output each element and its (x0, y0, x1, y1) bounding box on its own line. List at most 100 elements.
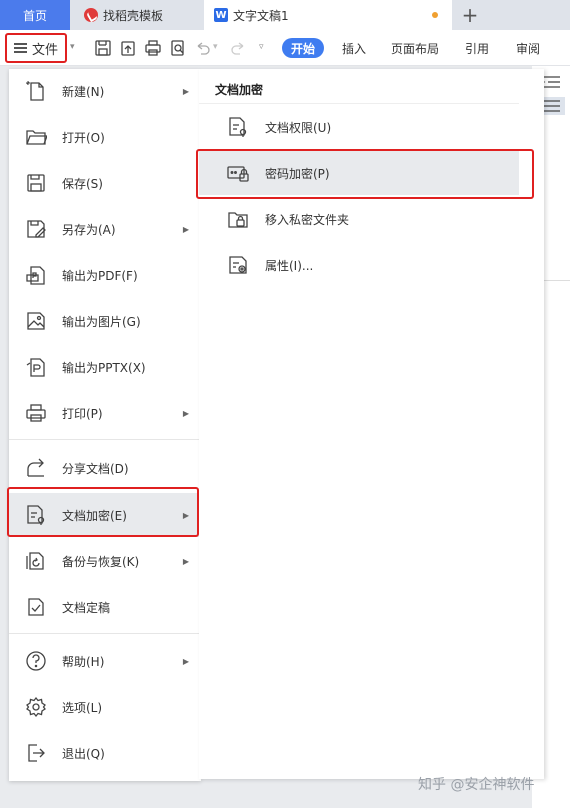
print-toolbar-icon[interactable] (144, 39, 162, 57)
submenu-item-properties-label: 属性(I)... (265, 258, 314, 273)
submenu-item-properties[interactable]: 属性(I)... (199, 243, 519, 287)
submenu-item-private-folder[interactable]: 移入私密文件夹 (199, 197, 519, 241)
tab-insert[interactable]: 插入 (342, 38, 366, 58)
undo-caret-icon[interactable]: ▾ (213, 42, 218, 52)
submenu-arrow-icon: ▶ (182, 408, 189, 418)
menu-item-open-label: 打开(O) (62, 130, 105, 145)
gear-icon (26, 696, 46, 718)
submenu-arrow-icon: ▶ (182, 86, 189, 96)
tab-page-layout[interactable]: 页面布局 (391, 38, 439, 58)
tab-bar: 首页 找稻壳模板 W 文字文稿1 + (0, 0, 570, 30)
menu-item-print[interactable]: 打印(P) ▶ (9, 391, 201, 435)
more-caret-icon[interactable]: ▿ (259, 42, 264, 52)
undo-icon[interactable] (194, 39, 212, 57)
finalize-icon (28, 598, 44, 616)
menu-item-export-image[interactable]: 输出为图片(G) (9, 299, 201, 343)
menu-item-print-label: 打印(P) (62, 406, 103, 421)
file-menu-label: 文件 (31, 42, 58, 58)
file-menu-button[interactable]: 文件 (5, 33, 67, 63)
properties-icon (229, 256, 247, 274)
submenu-item-permission[interactable]: 文档权限(U) (199, 105, 519, 149)
print-preview-icon[interactable] (169, 39, 187, 57)
menu-item-save-as[interactable]: 另存为(A) ▶ (9, 207, 201, 251)
menu-item-backup-label: 备份与恢复(K) (62, 554, 140, 569)
share-icon (27, 458, 44, 477)
submenu-arrow-icon: ▶ (182, 656, 189, 666)
watermark-text: 知乎 @安企神软件 (418, 777, 535, 793)
menu-item-share-label: 分享文档(D) (62, 461, 129, 476)
pdf-icon (26, 266, 45, 285)
add-icon: + (461, 3, 479, 27)
pptx-icon (26, 358, 45, 377)
word-doc-icon: W (214, 8, 228, 22)
submenu-arrow-icon: ▶ (182, 556, 189, 566)
tab-template[interactable]: 找稻壳模板 (72, 0, 200, 30)
tab-start[interactable]: 开始 (282, 38, 325, 58)
submenu-arrow-icon: ▶ (182, 224, 189, 234)
watermark: 知乎 @安企神软件 (418, 772, 568, 796)
redo-icon[interactable] (229, 39, 247, 57)
menu-item-new[interactable]: 新建(N) ▶ (9, 69, 201, 113)
save-icon (27, 174, 45, 192)
toolbar: 文件 ▾ ▾ ▿ 开始 插入 页面布局 引用 审阅 (0, 30, 570, 66)
tab-document[interactable]: W 文字文稿1 (204, 0, 452, 30)
highlight-password-item (196, 149, 534, 199)
tab-review[interactable]: 审阅 (516, 38, 540, 58)
tab-references-label: 引用 (465, 41, 490, 56)
submenu-item-permission-label: 文档权限(U) (265, 120, 332, 135)
help-icon (26, 651, 46, 671)
menu-item-export-pptx[interactable]: 输出为PPTX(X) (9, 345, 201, 389)
backup-icon (26, 552, 44, 570)
doc-permission-icon (229, 117, 247, 137)
hamburger-icon (13, 43, 27, 53)
tab-start-label: 开始 (291, 41, 316, 56)
menu-item-export-pptx-label: 输出为PPTX(X) (62, 360, 146, 375)
menu-item-backup[interactable]: 备份与恢复(K) ▶ (9, 539, 201, 583)
menu-item-export-image-label: 输出为图片(G) (62, 314, 141, 329)
new-doc-icon (26, 81, 44, 101)
menu-item-save[interactable]: 保存(S) (9, 161, 201, 205)
tab-document-label: 文字文稿1 (233, 8, 289, 23)
tab-template-label: 找稻壳模板 (103, 8, 164, 23)
menu-item-export-pdf-label: 输出为PDF(F) (62, 268, 138, 283)
save-as-icon (27, 220, 46, 238)
tab-references[interactable]: 引用 (465, 38, 489, 58)
tab-insert-label: 插入 (342, 41, 367, 56)
private-folder-icon (228, 212, 248, 228)
menu-item-export-pdf[interactable]: 输出为PDF(F) (9, 253, 201, 297)
new-tab-button[interactable]: + (455, 0, 485, 30)
menu-item-help-label: 帮助(H) (62, 654, 105, 669)
menu-item-save-label: 保存(S) (62, 176, 103, 191)
menu-item-options-label: 选项(L) (62, 700, 103, 715)
tab-review-label: 审阅 (516, 41, 541, 56)
image-icon (27, 312, 45, 330)
unsaved-dot-icon (432, 12, 438, 18)
print-icon (26, 404, 46, 422)
file-menu: 新建(N) ▶ 打开(O) 保存(S) 另存为(A) ▶ 输出为PDF(F) 输… (9, 69, 201, 781)
submenu-item-private-folder-label: 移入私密文件夹 (265, 212, 350, 227)
menu-item-options[interactable]: 选项(L) (9, 685, 201, 729)
highlight-encrypt-menu (7, 487, 199, 537)
docer-logo-icon (84, 8, 98, 22)
menu-item-share[interactable]: 分享文档(D) (9, 446, 201, 490)
tab-home-label: 首页 (22, 8, 47, 23)
exit-icon (28, 744, 45, 762)
menu-item-exit[interactable]: 退出(Q) (9, 731, 201, 775)
tab-page-layout-label: 页面布局 (391, 41, 440, 56)
tab-home[interactable]: 首页 (0, 0, 70, 30)
menu-item-save-as-label: 另存为(A) (62, 222, 116, 237)
menu-item-help[interactable]: 帮助(H) ▶ (9, 639, 201, 683)
folder-icon (26, 130, 47, 145)
menu-divider (9, 439, 201, 440)
menu-item-exit-label: 退出(Q) (62, 746, 105, 761)
menu-item-finalize-label: 文档定稿 (62, 600, 111, 615)
menu-item-new-label: 新建(N) (62, 84, 105, 99)
submenu-divider (199, 103, 519, 104)
submenu-title: 文档加密 (215, 83, 264, 97)
file-caret-icon[interactable]: ▾ (70, 42, 75, 52)
menu-divider (9, 633, 201, 634)
export-toolbar-icon[interactable] (119, 39, 137, 57)
menu-item-finalize[interactable]: 文档定稿 (9, 585, 201, 629)
menu-item-open[interactable]: 打开(O) (9, 115, 201, 159)
save-toolbar-icon[interactable] (94, 39, 112, 57)
